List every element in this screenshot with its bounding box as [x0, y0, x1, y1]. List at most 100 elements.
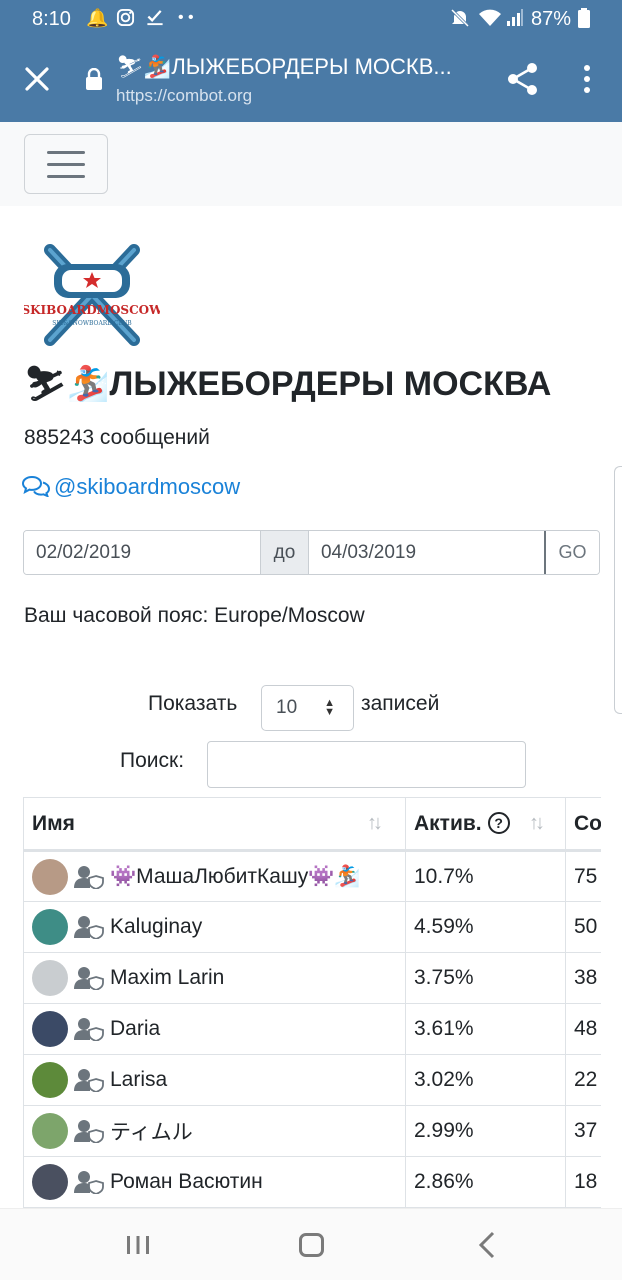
wifi-icon: [478, 8, 502, 32]
name-cell: Maxim Larin: [23, 952, 406, 1004]
admin-shield-icon: [74, 865, 104, 889]
back-icon[interactable]: [478, 1231, 496, 1259]
table-row: Maxim Larin 3.75% 38: [23, 952, 601, 1004]
activity-cell: 4.59%: [405, 901, 566, 953]
page-scrollbar[interactable]: [614, 466, 622, 714]
date-separator: до: [260, 531, 309, 574]
search-input[interactable]: [207, 741, 526, 788]
page-size-select[interactable]: 10 ▲ ▼: [261, 685, 354, 731]
date-to-input[interactable]: [308, 531, 544, 574]
go-button[interactable]: GO: [543, 531, 599, 574]
column-header-activity[interactable]: Актив.? ↑↓: [405, 797, 566, 852]
more-options-icon[interactable]: [580, 64, 594, 94]
lock-icon: [86, 68, 102, 90]
avatar: [32, 1113, 68, 1149]
comments-icon: [21, 475, 51, 498]
user-name[interactable]: Maxim Larin: [110, 966, 224, 990]
hamburger-icon: [47, 151, 85, 154]
page-size-value: 10: [276, 697, 298, 718]
avatar: [32, 1011, 68, 1047]
system-nav-bar: [0, 1208, 622, 1280]
avatar: [32, 858, 68, 895]
count-cell: 18: [565, 1156, 601, 1208]
signal-icon: [506, 8, 524, 32]
admin-shield-icon: [74, 1171, 104, 1194]
table-row: Larisa 3.02% 22: [23, 1054, 601, 1106]
name-cell: 👾МашаЛюбитКашу👾🏂: [23, 850, 406, 902]
message-count: 885243 сообщений: [24, 426, 210, 449]
chat-logo: SKIBOARDMOSCOW SKI&SNOWBOARD CLUB: [24, 230, 160, 360]
table-header-row: Имя ↑↓ Актив.? ↑↓ Со: [23, 797, 601, 852]
table-row: Kaluginay 4.59% 50: [23, 901, 601, 953]
battery-icon: [578, 8, 590, 32]
chat-title: ⛷🏂ЛЫЖЕБОРДЕРЫ МОСКВА: [24, 365, 552, 403]
user-name[interactable]: Larisa: [110, 1068, 167, 1092]
name-cell: Daria: [23, 1003, 406, 1055]
table-row: ティムル 2.99% 37: [23, 1105, 601, 1157]
avatar: [32, 1164, 68, 1200]
records-label: записей: [361, 692, 440, 715]
admin-shield-icon: [74, 1018, 104, 1041]
sort-icon[interactable]: ↑↓: [367, 812, 383, 835]
avatar: [32, 1062, 68, 1098]
admin-shield-icon: [74, 967, 104, 990]
avatar: [32, 909, 68, 945]
timezone-label: Ваш часовой пояс: Europe/Moscow: [24, 604, 365, 627]
menu-toggle-button[interactable]: [24, 134, 108, 194]
browser-chrome: 8:10 🔔 • • 87% ⛷🏂ЛЫЖЕБОРДЕРЫ МОСКВ... ht…: [0, 0, 622, 122]
name-cell: Larisa: [23, 1054, 406, 1106]
table-row: 👾МашаЛюбитКашу👾🏂 10.7% 75: [23, 850, 601, 902]
admin-shield-icon: [74, 1120, 104, 1143]
activity-cell: 3.02%: [405, 1054, 566, 1106]
user-name[interactable]: Роман Васютин: [110, 1170, 263, 1194]
count-cell: 38: [565, 952, 601, 1004]
column-header-count[interactable]: Со: [565, 797, 601, 852]
count-cell: 22: [565, 1054, 601, 1106]
dots-icon: • •: [178, 9, 194, 26]
activity-cell: 3.61%: [405, 1003, 566, 1055]
show-label: Показать: [148, 692, 238, 715]
admin-shield-icon: [74, 916, 104, 939]
column-header-name[interactable]: Имя ↑↓: [23, 797, 406, 852]
recent-apps-icon[interactable]: [126, 1235, 150, 1255]
user-name[interactable]: ティムル: [110, 1116, 193, 1146]
user-name[interactable]: Daria: [110, 1017, 160, 1041]
help-icon[interactable]: ?: [487, 811, 510, 834]
alarm-icon: 🔔: [86, 8, 109, 28]
avatar: [32, 960, 68, 996]
share-icon[interactable]: [506, 62, 540, 96]
chat-username: @skiboardmoscow: [54, 474, 241, 499]
sort-icon[interactable]: ↑↓: [529, 812, 545, 835]
battery-level: 87%: [531, 8, 572, 30]
select-caret-icon: ▲ ▼: [324, 697, 335, 718]
admin-shield-icon: [74, 1069, 104, 1092]
status-time: 8:10: [32, 8, 71, 30]
status-bar: 8:10 🔔 • • 87%: [0, 0, 622, 40]
stats-table: Имя ↑↓ Актив.? ↑↓ Со 👾МашаЛюбитКашу👾🏂 10.…: [23, 797, 601, 1208]
user-name[interactable]: 👾МашаЛюбитКашу👾🏂: [110, 865, 361, 889]
table-row: Роман Васютин 2.86% 18: [23, 1156, 601, 1208]
name-cell: Роман Васютин: [23, 1156, 406, 1208]
home-icon[interactable]: [299, 1233, 324, 1257]
close-icon[interactable]: [22, 64, 52, 94]
chat-username-link[interactable]: @skiboardmoscow: [21, 474, 241, 500]
user-name[interactable]: Kaluginay: [110, 915, 202, 939]
name-cell: ティムル: [23, 1105, 406, 1157]
count-cell: 50: [565, 901, 601, 953]
date-from-input[interactable]: [24, 531, 260, 574]
activity-cell: 3.75%: [405, 952, 566, 1004]
search-label: Поиск:: [120, 749, 185, 772]
page-url: https://combot.org: [116, 86, 253, 105]
count-cell: 75: [565, 850, 601, 902]
stats-table-wrapper: Имя ↑↓ Актив.? ↑↓ Со 👾МашаЛюбитКашу👾🏂 10.…: [23, 797, 601, 1209]
check-icon: [145, 8, 165, 31]
svg-text:SKIBOARDMOSCOW: SKIBOARDMOSCOW: [24, 303, 160, 317]
page-tab-title: ⛷🏂ЛЫЖЕБОРДЕРЫ МОСКВ...: [116, 54, 452, 79]
table-body: 👾МашаЛюбитКашу👾🏂 10.7% 75 Kaluginay 4.59% 50 M…: [23, 850, 601, 1208]
count-cell: 48: [565, 1003, 601, 1055]
activity-cell: 10.7%: [405, 850, 566, 902]
site-navbar: [0, 122, 622, 206]
instagram-icon: [116, 8, 135, 31]
table-row: Daria 3.61% 48: [23, 1003, 601, 1055]
count-cell: 37: [565, 1105, 601, 1157]
